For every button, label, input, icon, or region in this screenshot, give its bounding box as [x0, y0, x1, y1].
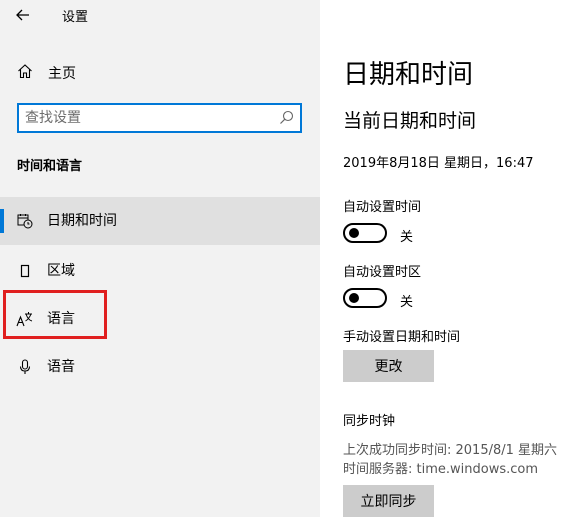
toggle-knob	[349, 293, 359, 303]
auto-timezone-state: 关	[400, 295, 414, 310]
toggle-knob	[349, 228, 359, 238]
calendar-clock-icon	[16, 211, 34, 231]
sidebar-item-language[interactable]: 语言	[0, 295, 320, 343]
language-icon	[16, 309, 34, 329]
microphone-icon	[16, 357, 34, 377]
back-button[interactable]	[10, 3, 36, 27]
sidebar-item-date-time[interactable]: 日期和时间	[0, 197, 320, 245]
current-datetime-value: 2019年8月18日 星期日，16:47	[343, 156, 534, 171]
sync-clock-header: 同步时钟	[343, 414, 396, 429]
title-bar: 设置	[0, 0, 320, 30]
sidebar-item-label: 语音	[47, 359, 75, 375]
back-arrow-icon	[16, 9, 29, 21]
auto-timezone-label: 自动设置时区	[343, 265, 422, 280]
auto-time-label: 自动设置时间	[343, 200, 422, 215]
auto-time-toggle[interactable]	[343, 223, 387, 243]
time-server-text: 时间服务器: time.windows.com	[343, 462, 539, 477]
sidebar-item-region[interactable]: 区域	[0, 247, 320, 295]
change-button[interactable]: 更改	[343, 350, 434, 382]
sidebar-item-speech[interactable]: 语音	[0, 343, 320, 391]
search-input[interactable]	[25, 108, 275, 128]
home-icon	[17, 63, 33, 83]
search-icon[interactable]	[279, 110, 294, 129]
main-content: 日期和时间 当前日期和时间 2019年8月18日 星期日，16:47 自动设置时…	[320, 0, 567, 517]
sidebar-item-label: 日期和时间	[47, 213, 117, 229]
window-title: 设置	[62, 10, 89, 25]
manual-datetime-label: 手动设置日期和时间	[343, 330, 461, 345]
search-box[interactable]	[17, 103, 302, 133]
page-title: 日期和时间	[343, 60, 474, 90]
current-datetime-header: 当前日期和时间	[343, 110, 477, 132]
region-icon	[16, 261, 34, 281]
auto-timezone-toggle[interactable]	[343, 288, 387, 308]
sidebar-item-label: 语言	[47, 311, 75, 327]
nav-home[interactable]: 主页	[0, 57, 320, 87]
nav-home-label: 主页	[48, 66, 76, 82]
last-sync-text: 上次成功同步时间: 2015/8/1 星期六	[343, 443, 558, 458]
sync-now-button[interactable]: 立即同步	[343, 485, 434, 517]
auto-time-state: 关	[400, 230, 414, 245]
sidebar-item-label: 区域	[47, 263, 75, 279]
section-header: 时间和语言	[17, 159, 83, 174]
active-indicator	[0, 209, 4, 233]
sidebar: 设置 主页 时间和语言 日期和时间	[0, 0, 320, 517]
